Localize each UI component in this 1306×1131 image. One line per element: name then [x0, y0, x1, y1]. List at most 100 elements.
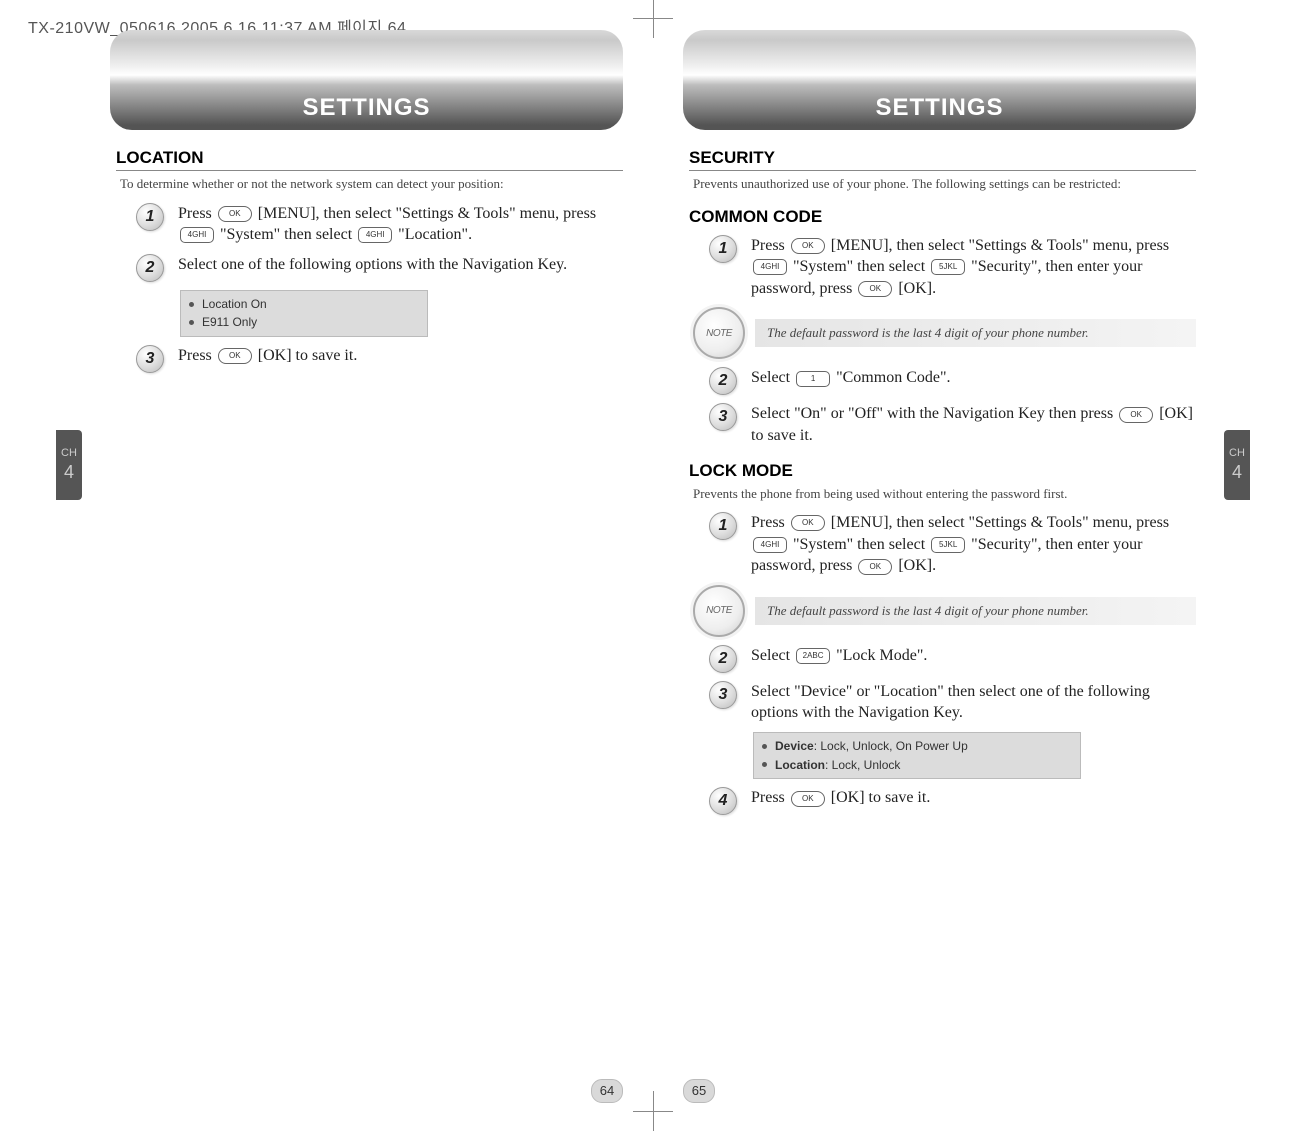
text: Press: [178, 347, 216, 364]
text: Press: [751, 514, 789, 531]
ok-key-icon: OK: [1119, 407, 1153, 423]
option-box: Location On E911 Only: [180, 290, 428, 337]
section-security: SECURITY: [689, 148, 1196, 171]
step-body: Press OK [MENU], then select "Settings &…: [178, 203, 623, 246]
step-number-icon: 1: [709, 512, 737, 540]
page-banner: SETTINGS: [683, 30, 1196, 130]
key-4-icon: 4GHI: [753, 537, 787, 553]
key-5-icon: 5JKL: [931, 259, 965, 275]
option-box: Device : Lock, Unlock, On Power Up Locat…: [753, 732, 1081, 779]
ok-key-icon: OK: [791, 238, 825, 254]
key-4-icon: 4GHI: [753, 259, 787, 275]
option: E911 Only: [202, 313, 257, 332]
banner-title: SETTINGS: [110, 94, 623, 122]
step-body: Select one of the following options with…: [178, 254, 623, 276]
option-values: : Lock, Unlock, On Power Up: [814, 737, 968, 756]
chapter-number: 4: [1224, 463, 1250, 483]
step-number-icon: 3: [709, 681, 737, 709]
option-label: Location: [775, 756, 825, 775]
step-2: 2 Select 1 "Common Code".: [709, 367, 1196, 395]
step-3: 3 Select "Device" or "Location" then sel…: [709, 681, 1196, 724]
text: Press: [178, 205, 216, 222]
step-number-icon: 1: [709, 235, 737, 263]
step-4: 4 Press OK [OK] to save it.: [709, 787, 1196, 815]
chapter-number: 4: [56, 463, 82, 483]
subsection-lock-mode: LOCK MODE: [689, 461, 1196, 481]
key-5-icon: 5JKL: [931, 537, 965, 553]
step-body: Select "Device" or "Location" then selec…: [751, 681, 1196, 724]
note-icon: NOTE: [693, 585, 745, 637]
text: Press: [751, 237, 789, 254]
text: [OK].: [894, 280, 936, 297]
page-banner: SETTINGS: [110, 30, 623, 130]
option-label: Device: [775, 737, 814, 756]
step-1: 1 Press OK [MENU], then select "Settings…: [709, 235, 1196, 300]
section-intro: Prevents the phone from being used witho…: [693, 485, 1196, 503]
page-number: 64: [591, 1079, 623, 1103]
ok-key-icon: OK: [218, 348, 252, 364]
bullet-icon: [189, 320, 194, 325]
text: "System" then select: [789, 536, 929, 553]
text: Select "On" or "Off" with the Navigation…: [751, 405, 1117, 422]
ok-key-icon: OK: [858, 281, 892, 297]
step-body: Press OK [MENU], then select "Settings &…: [751, 235, 1196, 300]
note-block: NOTE The default password is the last 4 …: [693, 307, 1196, 359]
key-4-icon: 4GHI: [180, 227, 214, 243]
section-intro: Prevents unauthorized use of your phone.…: [693, 175, 1196, 193]
page-spread: SETTINGS LOCATION To determine whether o…: [80, 30, 1226, 1109]
ok-key-icon: OK: [791, 791, 825, 807]
chapter-label: CH: [1224, 447, 1250, 459]
step-number-icon: 1: [136, 203, 164, 231]
text: [MENU], then select "Settings & Tools" m…: [827, 237, 1169, 254]
bullet-icon: [762, 744, 767, 749]
ok-key-icon: OK: [791, 515, 825, 531]
text: "Common Code".: [832, 369, 950, 386]
key-1-icon: 1: [796, 371, 830, 387]
section-location: LOCATION: [116, 148, 623, 171]
note-text: The default password is the last 4 digit…: [755, 597, 1196, 625]
ok-key-icon: OK: [858, 559, 892, 575]
subsection-common-code: COMMON CODE: [689, 207, 1196, 227]
text: [MENU], then select "Settings & Tools" m…: [254, 205, 596, 222]
text: [OK] to save it.: [254, 347, 358, 364]
text: [OK] to save it.: [827, 789, 931, 806]
step-2: 2 Select 2ABC "Lock Mode".: [709, 645, 1196, 673]
key-2-icon: 2ABC: [796, 648, 830, 664]
page-right: SETTINGS SECURITY Prevents unauthorized …: [653, 30, 1226, 1109]
text: Select: [751, 369, 794, 386]
step-2: 2 Select one of the following options wi…: [136, 254, 623, 282]
chapter-tab-right: CH 4: [1224, 430, 1250, 500]
text: "Location".: [394, 226, 472, 243]
key-4-icon: 4GHI: [358, 227, 392, 243]
step-number-icon: 4: [709, 787, 737, 815]
page-number: 65: [683, 1079, 715, 1103]
step-3: 3 Select "On" or "Off" with the Navigati…: [709, 403, 1196, 446]
step-number-icon: 3: [136, 345, 164, 373]
page-left: SETTINGS LOCATION To determine whether o…: [80, 30, 653, 1109]
step-1: 1 Press OK [MENU], then select "Settings…: [136, 203, 623, 246]
text: "Lock Mode".: [832, 647, 927, 664]
banner-title: SETTINGS: [683, 94, 1196, 122]
step-1: 1 Press OK [MENU], then select "Settings…: [709, 512, 1196, 577]
text: Select: [751, 647, 794, 664]
chapter-tab-left: CH 4: [56, 430, 82, 500]
chapter-label: CH: [56, 447, 82, 459]
step-number-icon: 2: [136, 254, 164, 282]
text: "System" then select: [216, 226, 356, 243]
note-block: NOTE The default password is the last 4 …: [693, 585, 1196, 637]
bullet-icon: [762, 762, 767, 767]
option-values: : Lock, Unlock: [825, 756, 900, 775]
step-body: Press OK [OK] to save it.: [178, 345, 623, 367]
text: [OK].: [894, 557, 936, 574]
step-body: Press OK [MENU], then select "Settings &…: [751, 512, 1196, 577]
note-text: The default password is the last 4 digit…: [755, 319, 1196, 347]
option: Location On: [202, 295, 267, 314]
step-body: Select 2ABC "Lock Mode".: [751, 645, 1196, 667]
step-body: Select 1 "Common Code".: [751, 367, 1196, 389]
note-icon: NOTE: [693, 307, 745, 359]
section-intro: To determine whether or not the network …: [120, 175, 623, 193]
step-3: 3 Press OK [OK] to save it.: [136, 345, 623, 373]
text: "System" then select: [789, 258, 929, 275]
text: Press: [751, 789, 789, 806]
step-body: Press OK [OK] to save it.: [751, 787, 1196, 809]
